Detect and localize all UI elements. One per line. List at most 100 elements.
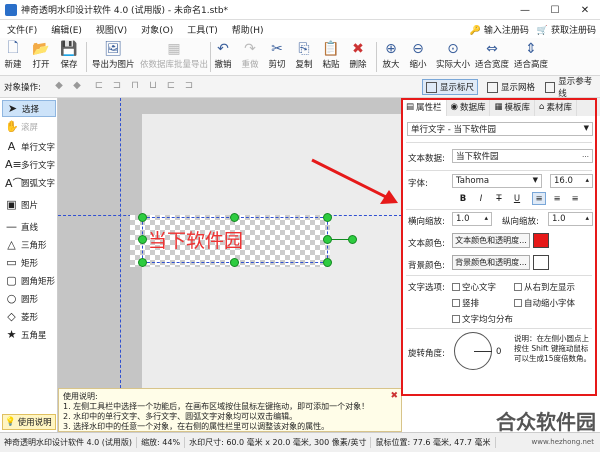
tool-panel: ➤ 选择 ✋ 滚屏 A 单行文字 A≡ 多行文字 A⌒ 圆弧文字 ▣ 图片 — 直线 △ 三角形… bbox=[0, 98, 58, 432]
fit-width-button[interactable]: ⇔ 适合宽度 bbox=[475, 40, 509, 74]
help-line-1: 1. 左侧工具栏中选择一个功能后，在画布区域按住鼠标左键拖动，即可添加一个对象！ bbox=[63, 402, 370, 411]
rounded-rect-icon: ▢ bbox=[6, 274, 17, 287]
rotation-handle[interactable] bbox=[348, 235, 357, 244]
delete-button[interactable]: ✖ 删除 bbox=[349, 40, 367, 74]
paste-button[interactable]: 📋 粘贴 bbox=[322, 40, 340, 74]
actual-size-button[interactable]: ⊙ 实际大小 bbox=[436, 40, 470, 74]
fit-width-icon: ⇔ bbox=[486, 41, 498, 57]
tool-diamond[interactable]: ◇ 菱形 bbox=[2, 308, 56, 325]
ruler-icon bbox=[426, 81, 437, 93]
align-center-icon[interactable]: ⊐ bbox=[110, 80, 124, 93]
highlight-box bbox=[401, 98, 597, 396]
menu-object[interactable]: 对象(O) bbox=[134, 23, 180, 36]
star-icon: ★ bbox=[6, 328, 17, 341]
menu-help[interactable]: 帮助(H) bbox=[225, 23, 271, 36]
usage-button[interactable]: 💡 使用说明 bbox=[2, 414, 56, 430]
layer-up-icon[interactable]: ◆ bbox=[52, 80, 66, 93]
copy-icon: ⎘ bbox=[298, 41, 310, 57]
delete-icon: ✖ bbox=[352, 41, 364, 57]
save-button[interactable]: 💾 保存 bbox=[60, 40, 78, 74]
tool-circle[interactable]: ○ 圆形 bbox=[2, 290, 56, 307]
folder-icon: 📂 bbox=[32, 41, 50, 57]
handle-top-right[interactable] bbox=[323, 213, 332, 222]
guide-vertical[interactable] bbox=[120, 98, 121, 388]
handle-top[interactable] bbox=[230, 213, 239, 222]
undo-button[interactable]: ↶ 撤销 bbox=[214, 40, 232, 74]
close-button[interactable]: ✕ bbox=[570, 0, 600, 20]
site-url: www.hezhong.net bbox=[531, 438, 595, 446]
enter-code-link[interactable]: 🔑 输入注册码 bbox=[470, 23, 529, 36]
layer-down-icon[interactable]: ◆ bbox=[70, 80, 84, 93]
batch-export-button[interactable]: ▦ 依数据库批量导出 bbox=[140, 40, 208, 74]
help-line-3: 3. 选择水印中的任意一个对象，在右侧的属性栏里可以调整该对象的属性。 bbox=[63, 422, 330, 431]
handle-bottom[interactable] bbox=[230, 258, 239, 267]
status-mouse: 鼠标位置: 77.6 毫米, 47.7 毫米 bbox=[371, 437, 496, 448]
close-help-icon[interactable]: ✖ bbox=[390, 391, 398, 401]
menu-edit[interactable]: 编辑(E) bbox=[44, 23, 89, 36]
tool-multi-text[interactable]: A≡ 多行文字 bbox=[2, 156, 56, 173]
align-top-icon[interactable]: ⊔ bbox=[146, 80, 160, 93]
handle-bottom-left[interactable] bbox=[138, 258, 147, 267]
undo-icon: ↶ bbox=[217, 41, 229, 57]
object-ops-label: 对象操作: bbox=[4, 83, 41, 93]
align-middle-icon[interactable]: ⊏ bbox=[164, 80, 178, 93]
object-toolbar: 对象操作: ◆ ◆ ⊏ ⊐ ⊓ ⊔ ⊏ ⊐ 显示标尺 显示网格 显示参考线 bbox=[0, 76, 600, 99]
get-code-link[interactable]: 🛒 获取注册码 bbox=[537, 23, 596, 36]
lightbulb-icon: 💡 bbox=[5, 417, 16, 427]
picture-icon: ▣ bbox=[6, 198, 17, 211]
tool-star[interactable]: ★ 五角星 bbox=[2, 326, 56, 343]
fit-height-button[interactable]: ⇕ 适合高度 bbox=[514, 40, 548, 74]
tool-image[interactable]: ▣ 图片 bbox=[2, 196, 56, 213]
image-icon: 🖼 bbox=[104, 41, 123, 57]
tool-arc-text[interactable]: A⌒ 圆弧文字 bbox=[2, 174, 56, 191]
title-bar: 神奇透明水印设计软件 4.0 (试用版) - 未命名1.stb* — ☐ ✕ bbox=[0, 0, 600, 20]
open-button[interactable]: 📂 打开 bbox=[32, 40, 50, 74]
show-guides-toggle[interactable]: 显示参考线 bbox=[542, 77, 600, 99]
show-ruler-toggle[interactable]: 显示标尺 bbox=[422, 79, 479, 95]
handle-right[interactable] bbox=[323, 235, 332, 244]
tool-select[interactable]: ➤ 选择 bbox=[2, 100, 56, 117]
status-app: 神奇透明水印设计软件 4.0 (试用版) bbox=[0, 437, 138, 448]
new-button[interactable]: 🗋 新建 bbox=[4, 40, 22, 74]
cut-button[interactable]: ✂ 剪切 bbox=[268, 40, 286, 74]
status-bar: 神奇透明水印设计软件 4.0 (试用版) 缩放: 44% 水印尺寸: 60.0 … bbox=[0, 432, 600, 452]
zoom-in-button[interactable]: ⊕ 放大 bbox=[382, 40, 400, 74]
menu-view[interactable]: 视图(V) bbox=[89, 23, 134, 36]
circle-icon: ○ bbox=[6, 292, 17, 305]
tool-triangle[interactable]: △ 三角形 bbox=[2, 236, 56, 253]
help-title: 使用说明: bbox=[63, 392, 98, 401]
scissors-icon: ✂ bbox=[271, 41, 283, 57]
grid-icon bbox=[487, 81, 498, 93]
zoom-out-button[interactable]: ⊖ 缩小 bbox=[409, 40, 427, 74]
rectangle-icon: ▭ bbox=[6, 256, 17, 269]
arc-text-icon: A⌒ bbox=[5, 176, 24, 190]
canvas-area[interactable]: 当下软件园 bbox=[58, 98, 402, 388]
tool-rounded-rect[interactable]: ▢ 圆角矩形 bbox=[2, 272, 56, 289]
help-box: ✖ 使用说明: 1. 左侧工具栏中选择一个功能后，在画布区域按住鼠标左键拖动，即… bbox=[58, 388, 402, 432]
cursor-icon: ➤ bbox=[7, 102, 18, 115]
tool-single-text[interactable]: A 单行文字 bbox=[2, 138, 56, 155]
redo-icon: ↷ bbox=[244, 41, 256, 57]
status-zoom: 缩放: 44% bbox=[137, 437, 186, 448]
maximize-button[interactable]: ☐ bbox=[540, 0, 570, 20]
handle-top-left[interactable] bbox=[138, 213, 147, 222]
copy-button[interactable]: ⎘ 复制 bbox=[295, 40, 313, 74]
menu-file[interactable]: 文件(F) bbox=[0, 23, 44, 36]
tool-line[interactable]: — 直线 bbox=[2, 218, 56, 235]
menu-tools[interactable]: 工具(T) bbox=[180, 23, 225, 36]
handle-bottom-right[interactable] bbox=[323, 258, 332, 267]
redo-button[interactable]: ↷ 重做 bbox=[241, 40, 259, 74]
watermark-text[interactable]: 当下软件园 bbox=[148, 226, 243, 253]
show-grid-toggle[interactable]: 显示网格 bbox=[484, 79, 538, 95]
tool-scroll[interactable]: ✋ 滚屏 bbox=[2, 118, 56, 135]
status-size: 水印尺寸: 60.0 毫米 x 20.0 毫米, 300 像素/英寸 bbox=[185, 437, 372, 448]
align-bottom-icon[interactable]: ⊐ bbox=[182, 80, 196, 93]
triangle-icon: △ bbox=[7, 238, 16, 251]
export-image-button[interactable]: 🖼 导出为图片 bbox=[92, 40, 135, 74]
handle-left[interactable] bbox=[138, 235, 147, 244]
align-left-icon[interactable]: ⊏ bbox=[92, 80, 106, 93]
align-right-icon[interactable]: ⊓ bbox=[128, 80, 142, 93]
minimize-button[interactable]: — bbox=[510, 0, 540, 20]
tool-rectangle[interactable]: ▭ 矩形 bbox=[2, 254, 56, 271]
fit-height-icon: ⇕ bbox=[525, 41, 537, 57]
